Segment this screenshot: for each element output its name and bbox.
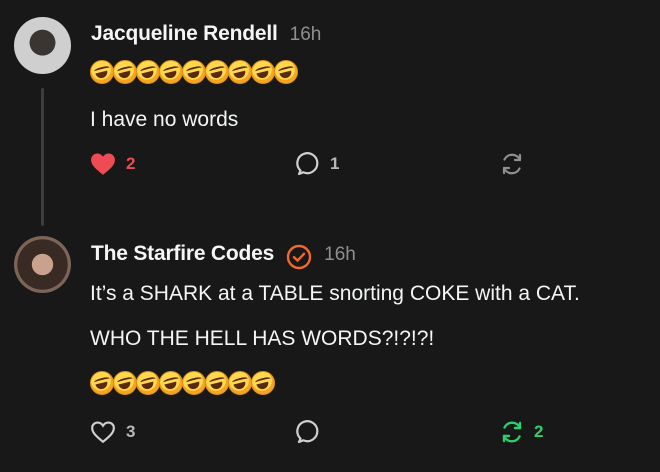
- repost-button[interactable]: 2: [500, 420, 543, 444]
- rolling-laughing-emoji: [159, 60, 183, 84]
- rolling-laughing-emoji: [182, 371, 206, 395]
- rolling-laughing-emoji: [274, 60, 298, 84]
- action-bar: 2 1: [90, 152, 530, 182]
- rolling-laughing-emoji: [90, 371, 114, 395]
- like-button[interactable]: 2: [90, 152, 135, 176]
- repost-icon: [500, 420, 524, 444]
- rolling-laughing-emoji: [251, 60, 275, 84]
- username[interactable]: Jacqueline Rendell: [91, 22, 278, 46]
- reply-button[interactable]: 1: [296, 152, 339, 176]
- reply-button[interactable]: [296, 420, 330, 444]
- rolling-laughing-emoji: [113, 60, 137, 84]
- rolling-laughing-emoji: [228, 60, 252, 84]
- post: The Starfire Codes 16h It’s a SHARK at a…: [0, 230, 660, 472]
- avatar[interactable]: [14, 236, 71, 293]
- like-count: 2: [126, 154, 136, 173]
- comment-icon: [296, 152, 320, 176]
- verified-badge-icon: [286, 244, 312, 270]
- thread-connector-line: [41, 88, 44, 226]
- like-count: 3: [126, 422, 136, 441]
- rolling-laughing-emoji: [90, 60, 114, 84]
- rolling-laughing-emoji: [182, 60, 206, 84]
- emoji-row: [90, 60, 298, 84]
- timestamp: 16h: [324, 244, 356, 265]
- post-header: Jacqueline Rendell 16h: [91, 22, 321, 46]
- post-text: It’s a SHARK at a TABLE snorting COKE wi…: [90, 282, 580, 305]
- emoji-row: [90, 371, 275, 395]
- rolling-laughing-emoji: [205, 60, 229, 84]
- post: Jacqueline Rendell 16h I have no words 2: [0, 0, 660, 230]
- repost-icon: [500, 152, 524, 176]
- username[interactable]: The Starfire Codes: [91, 242, 274, 266]
- thread: Jacqueline Rendell 16h I have no words 2: [0, 0, 660, 472]
- post-text: I have no words: [90, 108, 239, 131]
- like-button[interactable]: 3: [90, 420, 135, 444]
- rolling-laughing-emoji: [251, 371, 275, 395]
- rolling-laughing-emoji: [113, 371, 137, 395]
- heart-icon: [90, 420, 116, 444]
- repost-button[interactable]: [500, 152, 534, 176]
- rolling-laughing-emoji: [136, 60, 160, 84]
- heart-icon: [90, 152, 116, 176]
- rolling-laughing-emoji: [228, 371, 252, 395]
- rolling-laughing-emoji: [205, 371, 229, 395]
- reply-count: 1: [330, 154, 340, 173]
- avatar[interactable]: [14, 17, 71, 74]
- post-header: The Starfire Codes 16h: [91, 242, 356, 270]
- rolling-laughing-emoji: [159, 371, 183, 395]
- rolling-laughing-emoji: [136, 371, 160, 395]
- comment-icon: [296, 420, 320, 444]
- action-bar: 3 2: [90, 420, 543, 450]
- timestamp: 16h: [289, 24, 322, 45]
- post-text: WHO THE HELL HAS WORDS?!?!?!: [90, 327, 435, 350]
- repost-count: 2: [534, 422, 544, 441]
